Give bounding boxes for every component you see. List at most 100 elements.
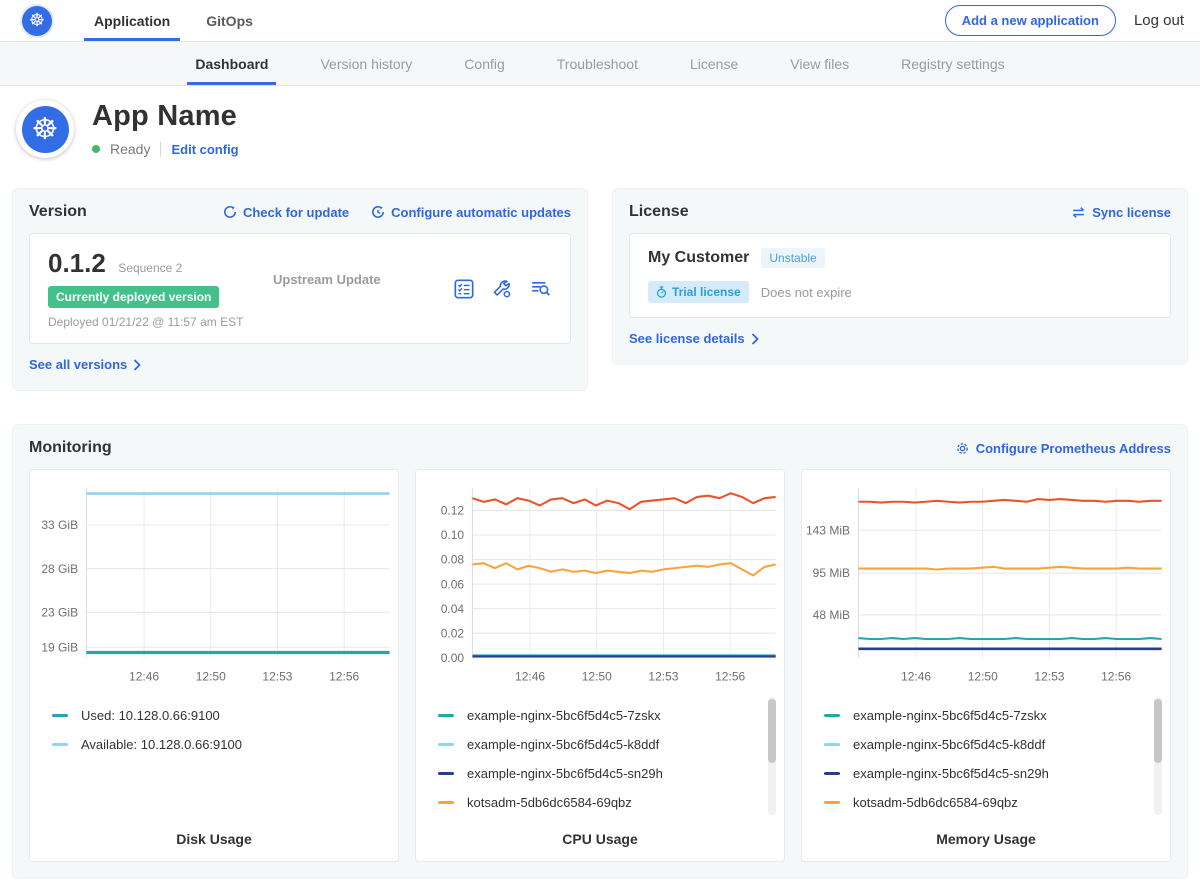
app-logo: ☸ <box>16 100 74 158</box>
current-version-panel: 0.1.2 Sequence 2 Currently deployed vers… <box>29 233 571 344</box>
edit-config-link[interactable]: Edit config <box>171 142 238 157</box>
svg-text:0.02: 0.02 <box>441 626 465 640</box>
svg-text:19 GiB: 19 GiB <box>41 640 78 654</box>
sub-nav-tab-version-history[interactable]: Version history <box>294 42 438 85</box>
sub-nav-tab-troubleshoot[interactable]: Troubleshoot <box>531 42 664 85</box>
legend-label: Available: 10.128.0.66:9100 <box>81 737 242 752</box>
divider <box>160 142 161 157</box>
stopwatch-icon <box>656 286 667 298</box>
check-for-update-link[interactable]: Check for update <box>223 205 349 220</box>
legend-label: Used: 10.128.0.66:9100 <box>81 708 220 723</box>
app-sub-nav: DashboardVersion historyConfigTroublesho… <box>0 42 1200 86</box>
monitoring-title: Monitoring <box>29 439 112 457</box>
app-header: ☸ App Name Ready Edit config <box>0 86 1200 176</box>
legend-label: example-nginx-5bc6f5d4c5-k8ddf <box>467 737 659 752</box>
legend-color-dash <box>438 801 454 804</box>
deployed-timestamp: Deployed 01/21/22 @ 11:57 am EST <box>48 315 273 329</box>
top-nav-tab-gitops[interactable]: GitOps <box>188 0 271 41</box>
legend-label: example-nginx-5bc6f5d4c5-k8ddf <box>853 737 1045 752</box>
chart-card-memory-usage: 12:4612:5012:5312:5648 MiB95 MiB143 MiBe… <box>801 469 1171 862</box>
legend-item: example-nginx-5bc6f5d4c5-k8ddf <box>438 730 764 759</box>
chart-title-disk-usage: Disk Usage <box>30 817 398 847</box>
chevron-right-icon <box>133 359 141 371</box>
svg-text:12:56: 12:56 <box>329 670 359 684</box>
svg-text:12:53: 12:53 <box>1034 670 1064 684</box>
svg-text:33 GiB: 33 GiB <box>41 518 78 532</box>
svg-text:0.06: 0.06 <box>441 577 465 591</box>
view-files-icon[interactable] <box>530 279 552 299</box>
sub-nav-tab-license[interactable]: License <box>664 42 764 85</box>
deployed-badge: Currently deployed version <box>48 286 219 308</box>
legend-item: kotsadm-5db6dc6584-69qbz <box>438 788 764 817</box>
schedule-update-icon <box>371 205 385 219</box>
legend-scrollbar-thumb[interactable] <box>1154 699 1162 763</box>
preflight-checks-icon[interactable] <box>454 279 474 299</box>
legend-color-dash <box>438 714 454 717</box>
configure-prometheus-link[interactable]: Configure Prometheus Address <box>955 441 1171 456</box>
chart-title-memory-usage: Memory Usage <box>802 817 1170 847</box>
see-all-versions-link[interactable]: See all versions <box>29 357 141 372</box>
legend-item: example-nginx-5bc6f5d4c5-7zskx <box>438 701 764 730</box>
chart-card-cpu-usage: 12:4612:5012:5312:560.000.020.040.060.08… <box>415 469 785 862</box>
monitoring-card: Monitoring Configure Prometheus Address … <box>12 424 1188 879</box>
svg-text:12:50: 12:50 <box>196 670 226 684</box>
top-nav-right: Add a new application Log out <box>945 0 1184 41</box>
top-nav-tab-application[interactable]: Application <box>76 0 188 41</box>
legend-item: Available: 10.128.0.66:9100 <box>52 730 378 759</box>
trial-license-badge: Trial license <box>648 281 749 303</box>
svg-text:95 MiB: 95 MiB <box>813 566 850 580</box>
svg-text:0.04: 0.04 <box>441 602 465 616</box>
legend-label: example-nginx-5bc6f5d4c5-7zskx <box>853 708 1047 723</box>
version-card: Version Check for update Configure autom… <box>12 188 588 391</box>
sub-nav-tab-dashboard[interactable]: Dashboard <box>169 42 294 85</box>
legend-label: example-nginx-5bc6f5d4c5-7zskx <box>467 708 661 723</box>
legend-scrollbar[interactable] <box>1154 697 1162 815</box>
logout-button[interactable]: Log out <box>1134 12 1184 29</box>
gear-icon <box>955 441 970 456</box>
chevron-right-icon <box>751 333 759 345</box>
legend-color-dash <box>52 714 68 717</box>
sub-nav-tab-registry-settings[interactable]: Registry settings <box>875 42 1030 85</box>
svg-text:0.08: 0.08 <box>441 553 465 567</box>
edit-config-icon[interactable] <box>492 279 512 299</box>
legend-scrollbar-thumb[interactable] <box>768 699 776 763</box>
svg-text:0.00: 0.00 <box>441 651 465 665</box>
chart-card-disk-usage: 12:4612:5012:5312:5619 GiB23 GiB28 GiB33… <box>29 469 399 862</box>
version-number: 0.1.2 <box>48 248 106 278</box>
legend-item: kotsadm-5db6dc6584-69qbz <box>824 788 1150 817</box>
kubernetes-app-icon: ☸ <box>22 106 69 153</box>
legend-scrollbar[interactable] <box>768 697 776 815</box>
license-panel: My Customer Unstable Trial license Does … <box>629 233 1171 318</box>
see-license-details-link[interactable]: See license details <box>629 331 759 346</box>
chart-plot-disk-usage: 12:4612:5012:5312:5619 GiB23 GiB28 GiB33… <box>30 480 398 695</box>
legend-label: example-nginx-5bc6f5d4c5-sn29h <box>853 766 1049 781</box>
version-sequence: Sequence 2 <box>118 261 182 275</box>
status-dot <box>92 145 100 153</box>
sub-nav-tab-view-files[interactable]: View files <box>764 42 875 85</box>
sync-license-link[interactable]: Sync license <box>1071 205 1171 220</box>
legend-color-dash <box>438 772 454 775</box>
legend-color-dash <box>824 743 840 746</box>
add-application-button[interactable]: Add a new application <box>945 5 1116 36</box>
license-card-title: License <box>629 203 689 221</box>
chart-legend-disk-usage: Used: 10.128.0.66:9100 Available: 10.128.… <box>30 695 398 759</box>
svg-text:0.10: 0.10 <box>441 528 465 542</box>
sub-nav-tab-config[interactable]: Config <box>438 42 530 85</box>
legend-color-dash <box>824 801 840 804</box>
chart-legend-memory-usage: example-nginx-5bc6f5d4c5-7zskx example-ng… <box>802 695 1170 817</box>
license-expiry: Does not expire <box>761 285 852 300</box>
svg-text:12:46: 12:46 <box>515 670 545 684</box>
version-source-label: Upstream Update <box>273 248 454 287</box>
configure-automatic-updates-link[interactable]: Configure automatic updates <box>371 205 571 220</box>
legend-item: example-nginx-5bc6f5d4c5-k8ddf <box>824 730 1150 759</box>
legend-label: kotsadm-5db6dc6584-69qbz <box>467 795 632 810</box>
legend-item: example-nginx-5bc6f5d4c5-sn29h <box>824 759 1150 788</box>
svg-text:12:46: 12:46 <box>129 670 159 684</box>
license-card: License Sync license My Customer Unstabl… <box>612 188 1188 365</box>
legend-item: example-nginx-5bc6f5d4c5-7zskx <box>824 701 1150 730</box>
svg-text:0.12: 0.12 <box>441 504 465 518</box>
legend-color-dash <box>824 772 840 775</box>
chart-legend-cpu-usage: example-nginx-5bc6f5d4c5-7zskx example-ng… <box>416 695 784 817</box>
channel-badge: Unstable <box>761 248 824 268</box>
kubernetes-logo-icon[interactable]: ☸ <box>22 6 52 36</box>
